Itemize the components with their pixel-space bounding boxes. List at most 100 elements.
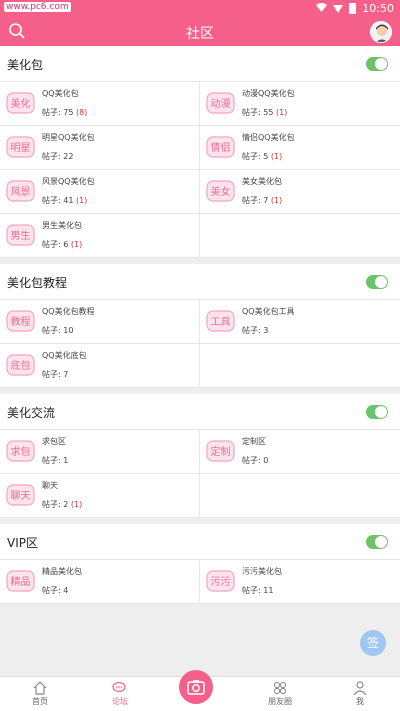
board-badge-icon: 风景	[6, 178, 35, 204]
post-count-label: 帖子: 11	[242, 586, 274, 595]
post-count-label: 帖子: 0	[242, 456, 269, 465]
post-count: 帖子: 22	[42, 151, 73, 162]
forum-content: 美化包 美化 QQ美化包 帖子: 75 (8) 动漫 动漫QQ美化包 帖子: 55 (1) 明…	[0, 46, 400, 676]
empty-cell	[200, 474, 400, 518]
post-count: 帖子: 1	[42, 455, 68, 466]
board-badge-text: 底包	[11, 359, 31, 372]
board-badge-text: 聊天	[11, 489, 31, 502]
tab-me[interactable]: 我	[320, 677, 400, 711]
post-count: 帖子: 7	[42, 369, 68, 380]
section-title: 美化交流	[7, 406, 56, 420]
section-toggle[interactable]	[366, 275, 388, 289]
chat-bubbles-icon	[112, 681, 128, 695]
tab-moments-label: 朋友圈	[268, 697, 292, 706]
board-badge-icon: 男生	[6, 222, 35, 248]
tab-forum[interactable]: 论坛	[80, 677, 160, 711]
post-count: 帖子: 4	[42, 585, 68, 596]
avatar[interactable]	[370, 21, 392, 43]
board-badge-text: 明星	[11, 142, 31, 154]
board-item[interactable]: 美化 QQ美化包帖子: 75 (8)	[0, 82, 200, 126]
board-item[interactable]: 男生 男生美化包 帖子: 6 (1)	[0, 214, 200, 258]
board-item[interactable]: 美女 美女美化包 帖子: 7 (1)	[200, 170, 400, 214]
new-post-count: (1)	[270, 152, 283, 161]
board-item[interactable]: 聊天 聊天 帖子: 2 (1)	[0, 474, 200, 518]
post-count: 帖子: 5 (1)	[242, 151, 282, 162]
board-item[interactable]: 明星 明星QQ美化包 帖子: 22	[0, 126, 200, 170]
post-count-label: 帖子: 22	[42, 152, 74, 161]
signal-icon	[333, 4, 344, 13]
tab-home[interactable]: 首页	[0, 677, 80, 711]
section-header[interactable]: VIP区	[0, 524, 400, 560]
board-item[interactable]: 动漫 动漫QQ美化包 帖子: 55 (1)	[200, 82, 400, 126]
board-item[interactable]: 底包 QQ美化底包 帖子: 7	[0, 344, 200, 388]
board-badge-icon: 精品	[6, 568, 35, 594]
board-name: 聊天	[42, 481, 58, 490]
post-count-label: 帖子: 41	[42, 196, 74, 205]
post-count: 帖子: 3	[242, 325, 268, 336]
board-badge-text: 定制	[211, 445, 231, 458]
board-badge-icon: 求包	[6, 438, 35, 464]
tab-moments[interactable]: 朋友圈	[240, 677, 320, 711]
board-badge-icon: 污污	[206, 568, 235, 594]
board-badge-text: 风景	[11, 186, 31, 198]
board-name: 求包区	[42, 437, 66, 446]
clock-time: 10:50	[362, 2, 394, 15]
tab-forum-label: 论坛	[112, 697, 128, 706]
board-item[interactable]: 定制 定制区帖子: 0	[200, 430, 400, 474]
post-count-label: 帖子: 10	[42, 326, 74, 335]
board-name: 美女美化包	[242, 177, 282, 186]
board-badge-icon: 明星	[6, 134, 35, 160]
board-item[interactable]: 污污 污污美化包帖子: 11	[200, 560, 400, 604]
post-count-label: 帖子: 4	[42, 586, 69, 595]
board-name: QQ美化包工具	[242, 307, 295, 316]
section-toggle[interactable]	[366, 57, 388, 71]
post-count-label: 帖子: 5	[242, 152, 269, 161]
section-header[interactable]: 美化交流	[0, 394, 400, 430]
empty-cell	[200, 344, 400, 388]
board-item[interactable]: 风景 风景QQ美化包 帖子: 41 (1)	[0, 170, 200, 214]
board-item[interactable]: 求包 求包区帖子: 1	[0, 430, 200, 474]
board-item[interactable]: 工具 QQ美化包工具 帖子: 3	[200, 300, 400, 344]
section-header[interactable]: 美化包	[0, 46, 400, 82]
page-title: 社区	[186, 26, 214, 42]
wifi-icon	[316, 2, 328, 15]
board-name: 定制区	[242, 437, 266, 446]
board-item[interactable]: 教程 QQ美化包教程 帖子: 10	[0, 300, 200, 344]
board-name: 污污美化包	[242, 567, 282, 576]
new-post-count: (1)	[75, 196, 88, 205]
camera-icon	[187, 679, 205, 699]
forum-section: 美化交流 求包 求包区 帖子: 1 定制 定制区 帖子: 0 聊天 聊天 帖子: 2 (1)	[0, 394, 400, 518]
board-name: QQ美化包教程	[42, 307, 95, 316]
section-header[interactable]: 美化包教程	[0, 264, 400, 300]
board-badge-icon: 定制	[206, 438, 235, 464]
board-name: QQ美化包	[42, 89, 79, 98]
board-item[interactable]: 情侣 情侣QQ美化包 帖子: 5 (1)	[200, 126, 400, 170]
camera-button[interactable]	[179, 670, 213, 704]
app-header: 社区	[0, 18, 400, 46]
board-grid: 美化 QQ美化包 帖子: 75 (8) 动漫 动漫QQ美化包 帖子: 55 (1) 明星 明星…	[0, 82, 400, 258]
post-count: 帖子: 75 (8)	[42, 107, 87, 118]
board-grid: 精品 精品美化包 帖子: 4 污污 污污美化包帖子: 11	[0, 560, 400, 604]
board-name: 明星QQ美化包	[42, 133, 95, 142]
section-toggle[interactable]	[366, 535, 388, 549]
board-grid: 教程 QQ美化包教程 帖子: 10 工具 QQ美化包工具 帖子: 3 底包 QQ美化底包 帖子:…	[0, 300, 400, 388]
board-badge-icon: 教程	[6, 308, 35, 334]
post-count-label: 帖子: 2	[42, 500, 69, 509]
board-name: 情侣QQ美化包	[242, 133, 295, 142]
section-toggle[interactable]	[366, 405, 388, 419]
board-grid: 求包 求包区 帖子: 1 定制 定制区 帖子: 0 聊天 聊天 帖子: 2 (1)	[0, 430, 400, 518]
board-item[interactable]: 精品 精品美化包 帖子: 4	[0, 560, 200, 604]
forum-section: VIP区 精品 精品美化包 帖子: 4 污污 污污美化包帖子: 11	[0, 524, 400, 604]
post-count-label: 帖子: 7	[42, 370, 69, 379]
new-post-count: (1)	[270, 196, 283, 205]
board-badge-text: 美化	[11, 97, 31, 110]
new-post-count: (1)	[275, 108, 288, 117]
sign-in-button[interactable]: 签	[360, 630, 386, 656]
circles-icon	[272, 681, 288, 695]
new-post-count: (1)	[70, 240, 83, 249]
board-name: QQ美化底包	[42, 351, 87, 360]
board-badge-text: 动漫	[211, 98, 231, 110]
board-badge-text: 教程	[11, 315, 31, 328]
board-badge-text: 精品	[11, 575, 31, 588]
post-count: 帖子: 10	[42, 325, 73, 336]
